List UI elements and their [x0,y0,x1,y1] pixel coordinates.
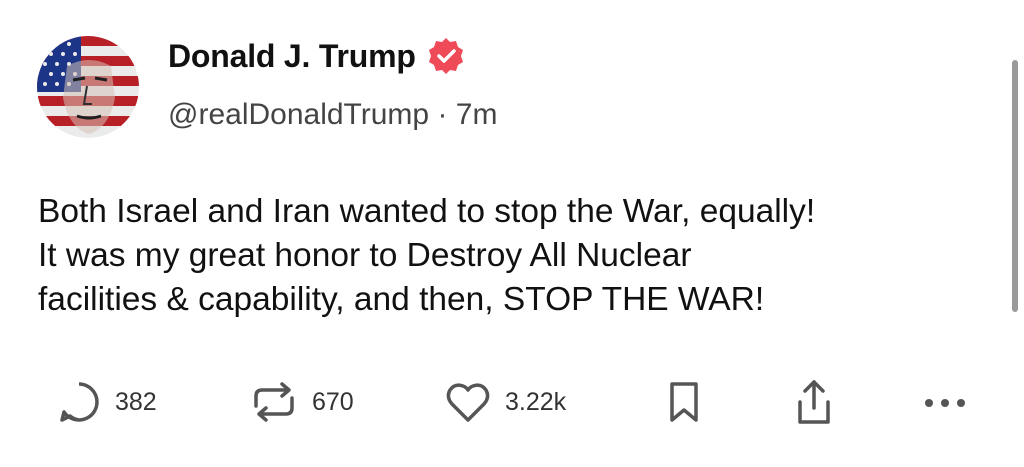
reply-button[interactable]: 382 [55,378,157,426]
post-text-line: Both Israel and Iran wanted to stop the … [38,193,816,230]
retruth-count: 670 [312,387,354,416]
more-icon [920,388,970,418]
bookmark-button[interactable] [664,378,704,426]
avatar[interactable] [37,36,139,138]
share-button[interactable] [792,378,836,428]
scrollbar[interactable] [1012,60,1018,312]
verified-badge-icon [426,36,466,76]
author-handle[interactable]: @realDonaldTrump [168,98,429,131]
reply-icon [55,378,103,426]
handle-row: @realDonaldTrump · 7m [168,98,497,132]
retruth-button[interactable]: 670 [248,378,354,426]
author-name-row: Donald J. Trump [168,36,466,76]
retruth-icon [248,378,300,426]
post-text-line: It was my great honor to Destroy All Nuc… [38,237,692,274]
avatar-image [37,36,139,138]
like-count: 3.22k [505,387,567,416]
post-text-line: facilities & capability, and then, STOP … [38,281,765,318]
heart-icon [443,378,493,426]
author-name[interactable]: Donald J. Trump [168,38,416,75]
separator-dot: · [437,98,448,131]
like-button[interactable]: 3.22k [443,378,566,426]
reply-count: 382 [115,387,157,416]
post-body: Both Israel and Iran wanted to stop the … [38,190,998,322]
share-icon [792,378,836,428]
more-button[interactable] [920,388,970,418]
post-time[interactable]: 7m [456,98,498,131]
bookmark-icon [664,378,704,426]
